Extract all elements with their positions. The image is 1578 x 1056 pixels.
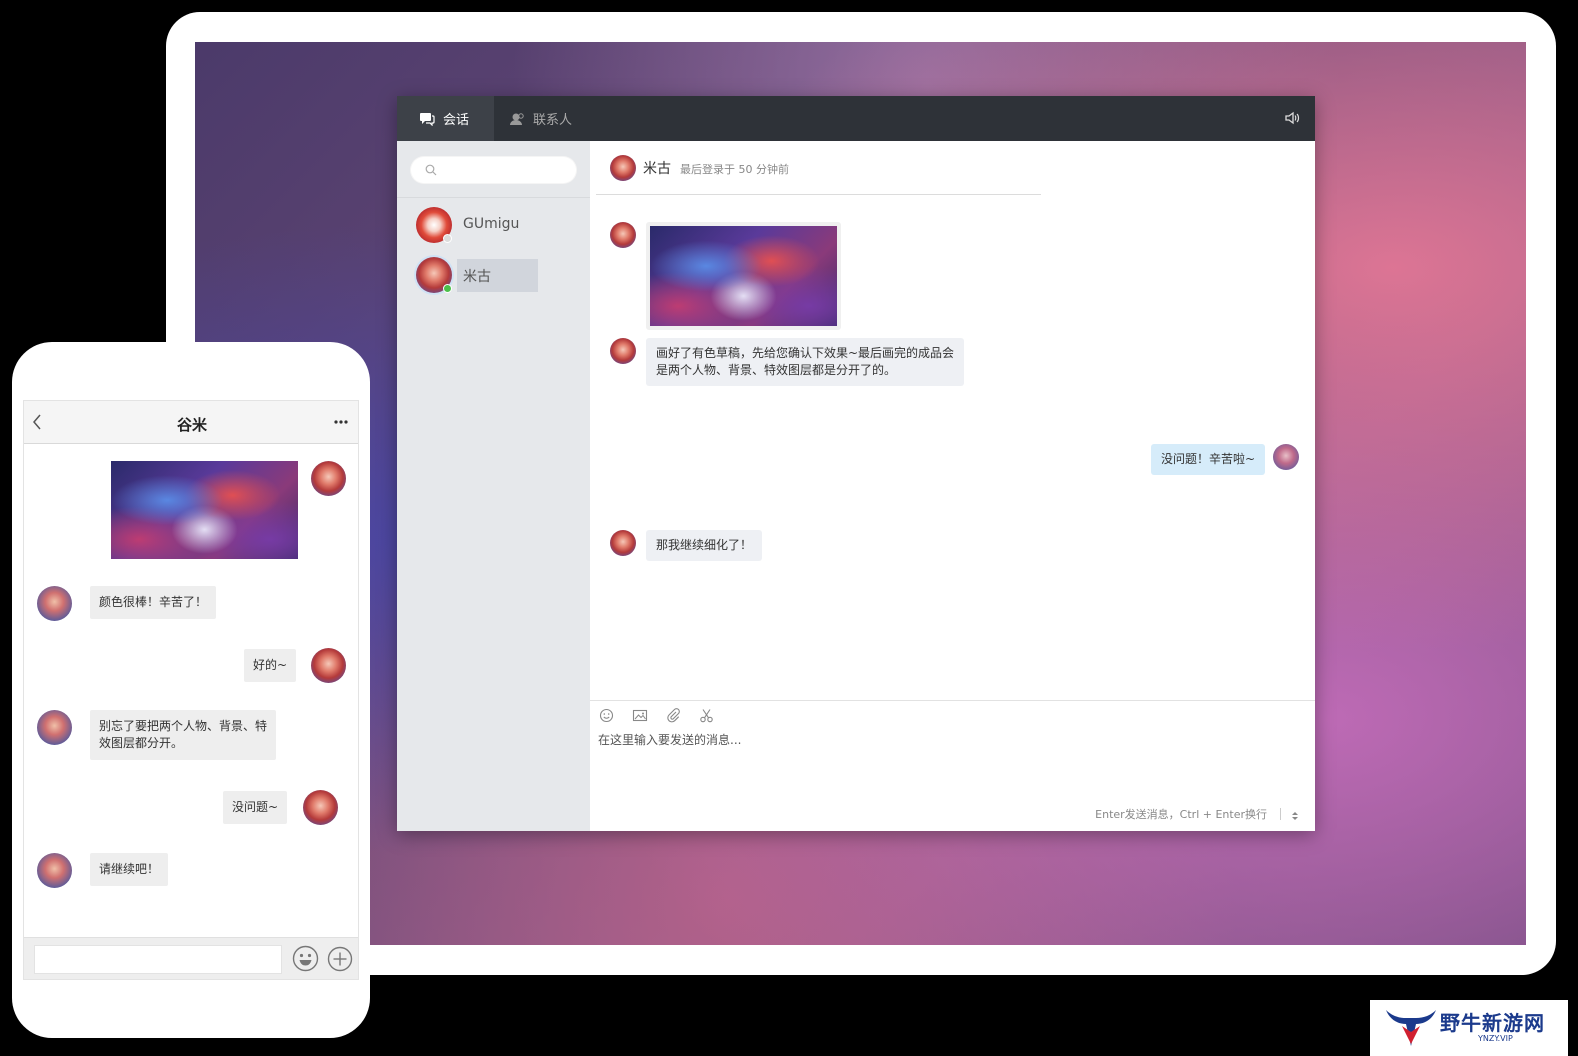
contact-avatar-wrap — [416, 257, 452, 293]
message-input-area: Enter发送消息，Ctrl + Enter换行 — [590, 700, 1315, 832]
artwork-image — [650, 226, 837, 326]
search-box[interactable] — [411, 157, 576, 183]
phone-chat-screen: 谷米 颜色很棒！辛苦了！ 好的~ 别忘了要把两个人物、背景、特 效图层都分开。 … — [23, 400, 359, 980]
chat-bubble-icon — [420, 112, 435, 126]
message-avatar[interactable] — [610, 530, 636, 556]
chat-window: 会话 联系人 GUmigu 米古 米古 最后登录于 50 分钟前 画好了有色草稿… — [397, 96, 1315, 831]
message-line: 别忘了要把两个人物、背景、特 — [99, 719, 268, 733]
phone-chat-title: 谷米 — [176, 416, 207, 434]
phone-message-bubble: 颜色很棒！辛苦了！ — [90, 586, 217, 619]
sidebar-divider — [397, 197, 590, 198]
search-icon — [425, 164, 437, 176]
message-line: 效图层都分开。 — [99, 736, 184, 750]
chat-header: 米古 最后登录于 50 分钟前 — [590, 141, 1315, 196]
partner-avatar[interactable] — [37, 586, 72, 621]
my-message-bubble: 没问题！辛苦啦~ — [1150, 444, 1265, 475]
image-icon[interactable] — [632, 708, 648, 723]
bull-logo-icon — [1386, 1010, 1436, 1046]
message-input[interactable] — [598, 731, 1298, 791]
message-line: 是两个人物、背景、特效图层都是分开了的。 — [656, 363, 897, 377]
window-top-bar: 会话 联系人 — [397, 96, 1315, 141]
message-bubble: 画好了有色草稿，先给您确认下效果~最后画完的成品会 是两个人物、背景、特效图层都… — [646, 338, 965, 386]
contacts-icon — [510, 112, 524, 125]
watermark-subtext: YNZY.VIP — [1478, 1034, 1513, 1043]
volume-icon[interactable] — [1285, 111, 1301, 125]
send-mode-toggle-icon[interactable] — [1291, 810, 1299, 822]
chat-main: 米古 最后登录于 50 分钟前 画好了有色草稿，先给您确认下效果~最后画完的成品… — [590, 141, 1315, 831]
partner-avatar[interactable] — [37, 710, 72, 745]
header-divider — [596, 194, 1041, 195]
phone-message-bubble: 请继续吧！ — [90, 853, 169, 886]
my-avatar[interactable] — [1273, 444, 1299, 470]
send-hint: Enter发送消息，Ctrl + Enter换行 — [1095, 808, 1267, 821]
artwork-image — [111, 461, 298, 559]
tab-conversations[interactable]: 会话 — [397, 96, 494, 141]
contact-sidebar: GUmigu 米古 — [397, 141, 590, 831]
partner-avatar[interactable] — [37, 853, 72, 888]
tab-contacts-label: 联系人 — [533, 113, 573, 128]
input-toolbar — [599, 708, 714, 723]
attachment-icon[interactable] — [666, 708, 681, 723]
contact-name: 米古 — [463, 269, 491, 285]
watermark-text: 野牛新游网 — [1440, 1011, 1545, 1035]
more-icon[interactable] — [334, 420, 348, 424]
phone-my-message-bubble: 好的~ — [244, 649, 297, 682]
phone-header: 谷米 — [24, 401, 358, 444]
offline-status-dot — [443, 234, 452, 243]
image-message[interactable] — [646, 222, 841, 330]
phone-input-bar — [24, 937, 358, 979]
message-bubble: 那我继续细化了！ — [646, 530, 763, 561]
scissors-icon[interactable] — [699, 708, 714, 723]
send-separator — [1280, 808, 1281, 820]
last-login-status: 最后登录于 50 分钟前 — [680, 163, 789, 176]
contact-item-gumigu[interactable]: GUmigu — [397, 199, 590, 249]
phone-message-bubble: 别忘了要把两个人物、背景、特 效图层都分开。 — [90, 710, 277, 760]
contact-item-migu[interactable]: 米古 — [397, 249, 590, 299]
message-avatar[interactable] — [610, 222, 636, 248]
message-avatar[interactable] — [610, 338, 636, 364]
phone-message-input[interactable] — [34, 945, 282, 974]
online-status-dot — [443, 284, 452, 293]
phone-image-message[interactable] — [111, 461, 298, 559]
chat-partner-name: 米古 — [643, 161, 671, 177]
tab-conversations-label: 会话 — [443, 113, 470, 128]
my-avatar[interactable] — [303, 790, 338, 825]
header-avatar[interactable] — [610, 155, 636, 181]
plus-icon[interactable] — [327, 946, 353, 972]
my-avatar[interactable] — [311, 648, 346, 683]
emoji-icon[interactable] — [599, 708, 614, 723]
message-line: 画好了有色草稿，先给您确认下效果~最后画完的成品会 — [656, 346, 955, 360]
emoji-icon[interactable] — [292, 945, 319, 972]
my-avatar[interactable] — [311, 461, 346, 496]
contact-name: GUmigu — [463, 216, 520, 232]
site-watermark: 野牛新游网 YNZY.VIP — [1370, 1000, 1568, 1056]
phone-my-message-bubble: 没问题~ — [223, 791, 288, 824]
tab-contacts[interactable]: 联系人 — [494, 96, 604, 141]
contact-avatar-wrap — [416, 207, 452, 243]
